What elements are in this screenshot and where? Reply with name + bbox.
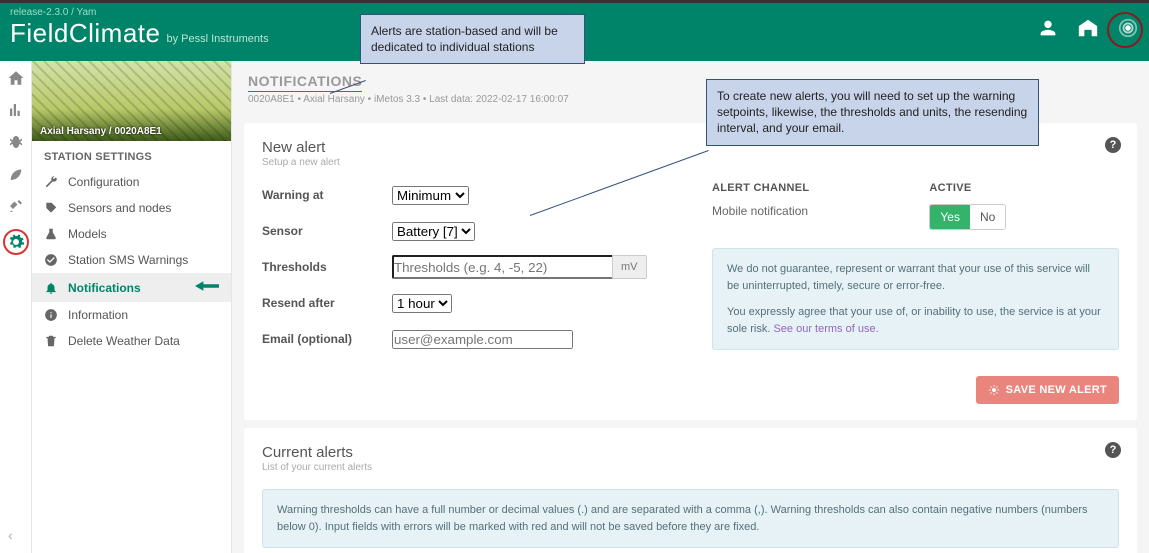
label-warning-at: Warning at (262, 182, 392, 208)
card-subtitle: Setup a new alert (262, 157, 1119, 168)
sidebar-item-sms-warnings[interactable]: Station SMS Warnings (32, 247, 231, 273)
label-thresholds: Thresholds (262, 254, 392, 280)
user-icon[interactable] (1037, 17, 1059, 39)
label-sensor: Sensor (262, 218, 392, 244)
current-alerts-info: Warning thresholds can have a full numbe… (262, 489, 1119, 548)
thresholds-unit: mV (612, 255, 647, 279)
logo-byline: by Pessl Instruments (167, 33, 269, 45)
help-icon[interactable]: ? (1105, 442, 1121, 458)
alert-form: Warning at Minimum Sensor Battery [7] Th… (262, 168, 682, 362)
rail-satellite-icon[interactable] (7, 197, 25, 215)
rail-bug-icon[interactable] (7, 133, 25, 151)
active-yes[interactable]: Yes (930, 205, 970, 229)
active-block: ACTIVE Yes No (929, 182, 1006, 230)
label-email: Email (optional) (262, 326, 392, 352)
warning-at-select[interactable]: Minimum (392, 186, 469, 205)
check-circle-icon (44, 253, 58, 267)
label-resend: Resend after (262, 290, 392, 316)
icon-rail: ‹ (0, 61, 32, 553)
rail-leaf-icon[interactable] (7, 165, 25, 183)
logo-text: FieldClimate (10, 18, 161, 49)
current-alerts-card: ? Current alerts List of your current al… (244, 428, 1137, 553)
save-button-label: SAVE NEW ALERT (1006, 384, 1107, 396)
terms-link[interactable]: See our terms of use. (773, 323, 878, 335)
sidebar-item-label: Configuration (68, 175, 139, 189)
collapse-rail-button[interactable]: ‹ (8, 527, 13, 543)
sidebar-item-sensors[interactable]: Sensors and nodes (32, 195, 231, 221)
resend-select[interactable]: 1 hour (392, 294, 452, 313)
annotation-arrow (195, 279, 219, 296)
sidebar-section-head: STATION SETTINGS (32, 141, 231, 169)
annotation-callout-2: To create new alerts, you will need to s… (706, 79, 1039, 146)
alert-channel-block: ALERT CHANNEL Mobile notification (712, 182, 809, 230)
station-hero[interactable]: Axial Harsany / 0020A8E1 (32, 61, 231, 141)
alert-channel-head: ALERT CHANNEL (712, 182, 809, 194)
disclaimer-box: We do not guarantee, represent or warran… (712, 248, 1119, 350)
sidebar-item-notifications[interactable]: Notifications (32, 273, 231, 302)
sidebar-menu: Configuration Sensors and nodes Models S… (32, 169, 231, 354)
email-input[interactable] (392, 330, 573, 349)
sidebar-item-label: Delete Weather Data (68, 334, 180, 348)
active-no[interactable]: No (970, 205, 1005, 229)
thresholds-input[interactable] (392, 255, 612, 279)
help-icon[interactable]: ? (1105, 137, 1121, 153)
bell-icon (44, 281, 58, 295)
page-title: NOTIFICATIONS (248, 73, 362, 92)
sidebar-item-information[interactable]: Information (32, 302, 231, 328)
annotation-circle-broadcast (1107, 12, 1143, 48)
sidebar-item-label: Models (68, 227, 107, 241)
alert-side-column: ALERT CHANNEL Mobile notification ACTIVE… (712, 168, 1119, 362)
active-toggle[interactable]: Yes No (929, 204, 1006, 230)
active-head: ACTIVE (929, 182, 1006, 194)
card-title: Current alerts (262, 444, 1119, 461)
trash-icon (44, 334, 58, 348)
sun-icon (988, 384, 1000, 396)
annotation-circle-settings (3, 229, 29, 255)
save-new-alert-button[interactable]: SAVE NEW ALERT (976, 376, 1119, 404)
disclaimer-line1: We do not guarantee, represent or warran… (727, 261, 1104, 294)
sidebar-item-label: Station SMS Warnings (68, 253, 188, 267)
station-hero-label: Axial Harsany / 0020A8E1 (40, 126, 162, 137)
sidebar: Axial Harsany / 0020A8E1 STATION SETTING… (32, 61, 232, 553)
flask-icon (44, 227, 58, 241)
sidebar-item-models[interactable]: Models (32, 221, 231, 247)
sidebar-item-delete-data[interactable]: Delete Weather Data (32, 328, 231, 354)
sensor-select[interactable]: Battery [7] (392, 222, 475, 241)
wrench-icon (44, 175, 58, 189)
card-subtitle: List of your current alerts (262, 462, 1119, 473)
sidebar-item-configuration[interactable]: Configuration (32, 169, 231, 195)
tag-icon (44, 201, 58, 215)
rail-home-icon[interactable] (7, 69, 25, 87)
rail-chart-icon[interactable] (7, 101, 25, 119)
sidebar-item-label: Information (68, 308, 128, 322)
info-icon (44, 308, 58, 322)
home-barn-icon[interactable] (1077, 17, 1099, 39)
sidebar-item-label: Sensors and nodes (68, 201, 171, 215)
sidebar-item-label: Notifications (68, 281, 141, 295)
annotation-callout-1: Alerts are station-based and will be ded… (360, 14, 585, 64)
rail-gear-icon[interactable] (7, 233, 25, 251)
alert-channel-value: Mobile notification (712, 204, 809, 218)
new-alert-card: ? New alert Setup a new alert Warning at… (244, 123, 1137, 420)
